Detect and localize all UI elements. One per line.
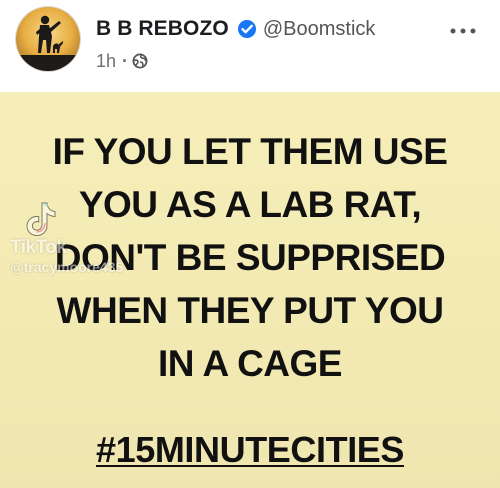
globe-icon xyxy=(132,53,148,69)
post-meta: 1h · xyxy=(96,49,148,73)
post-image-meme[interactable]: IF YOU LET THEM USE YOU AS A LAB RAT, DO… xyxy=(0,92,500,488)
more-options-button[interactable] xyxy=(448,20,478,42)
meme-hashtag: #15MINUTECITIES xyxy=(95,429,405,470)
author-line: B B REBOZO @Boomstick xyxy=(96,14,375,44)
post-header: B B REBOZO @Boomstick 1h · xyxy=(0,0,500,90)
meme-line-5: IN A CAGE xyxy=(158,343,342,384)
author-avatar[interactable] xyxy=(16,7,80,71)
verified-badge-icon xyxy=(237,19,257,39)
tiktok-logo-icon xyxy=(26,202,56,237)
meme-line-1: IF YOU LET THEM USE xyxy=(52,131,448,172)
author-handle[interactable]: @Boomstick xyxy=(263,18,376,41)
meta-separator: · xyxy=(122,50,129,71)
social-post: B B REBOZO @Boomstick 1h · IF YOU LET TH… xyxy=(0,0,500,488)
tiktok-user-label: @tracymoore435 xyxy=(10,259,124,275)
tiktok-watermark: TikTok @tracymoore435 xyxy=(4,200,144,285)
post-timestamp[interactable]: 1h xyxy=(96,51,116,72)
more-horizontal-icon xyxy=(450,28,476,34)
soldier-silhouette-avatar-icon xyxy=(16,15,80,71)
meme-line-4: WHEN THEY PUT YOU xyxy=(56,290,444,331)
author-name[interactable]: B B REBOZO xyxy=(96,17,229,41)
tiktok-brand-label: TikTok xyxy=(10,237,67,258)
